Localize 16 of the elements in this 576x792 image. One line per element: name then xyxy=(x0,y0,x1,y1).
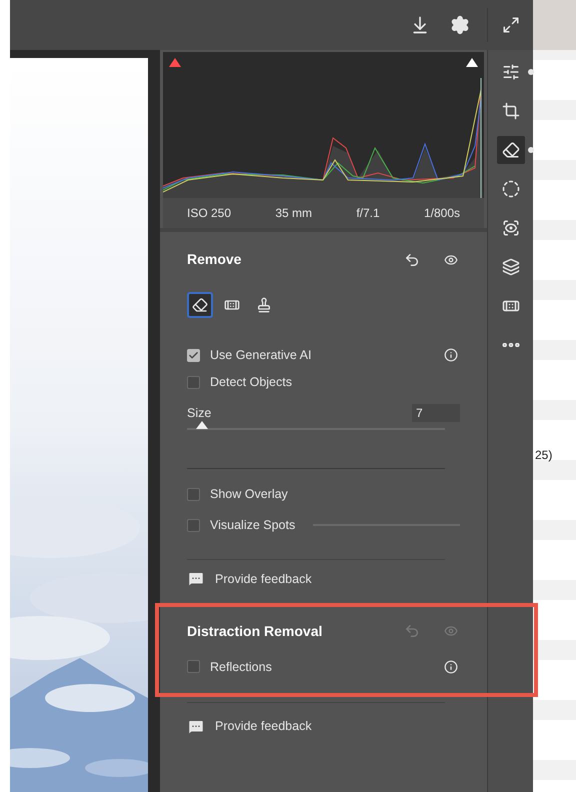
option-label: Use Generative AI xyxy=(210,347,312,364)
option-label: Reflections xyxy=(210,658,272,676)
camera-info: f/7.1 xyxy=(356,205,380,222)
background-text: 25) xyxy=(535,447,554,464)
size-label: Size xyxy=(187,404,212,422)
camera-info: 35 mm xyxy=(275,205,312,222)
panel-title: Distraction Removal xyxy=(187,622,322,640)
option-label: Detect Objects xyxy=(210,374,292,391)
panel-title: Remove xyxy=(187,250,242,269)
option-label: Visualize Spots xyxy=(210,517,296,534)
camera-info: 1/800s xyxy=(424,205,460,222)
feedback-link[interactable]: Provide feedback xyxy=(187,570,312,588)
camera-info: ISO 250 xyxy=(187,205,232,222)
size-field[interactable]: 7 xyxy=(412,404,460,422)
option-label: Show Overlay xyxy=(210,486,288,504)
feedback-link[interactable]: Provide feedback xyxy=(187,717,312,736)
